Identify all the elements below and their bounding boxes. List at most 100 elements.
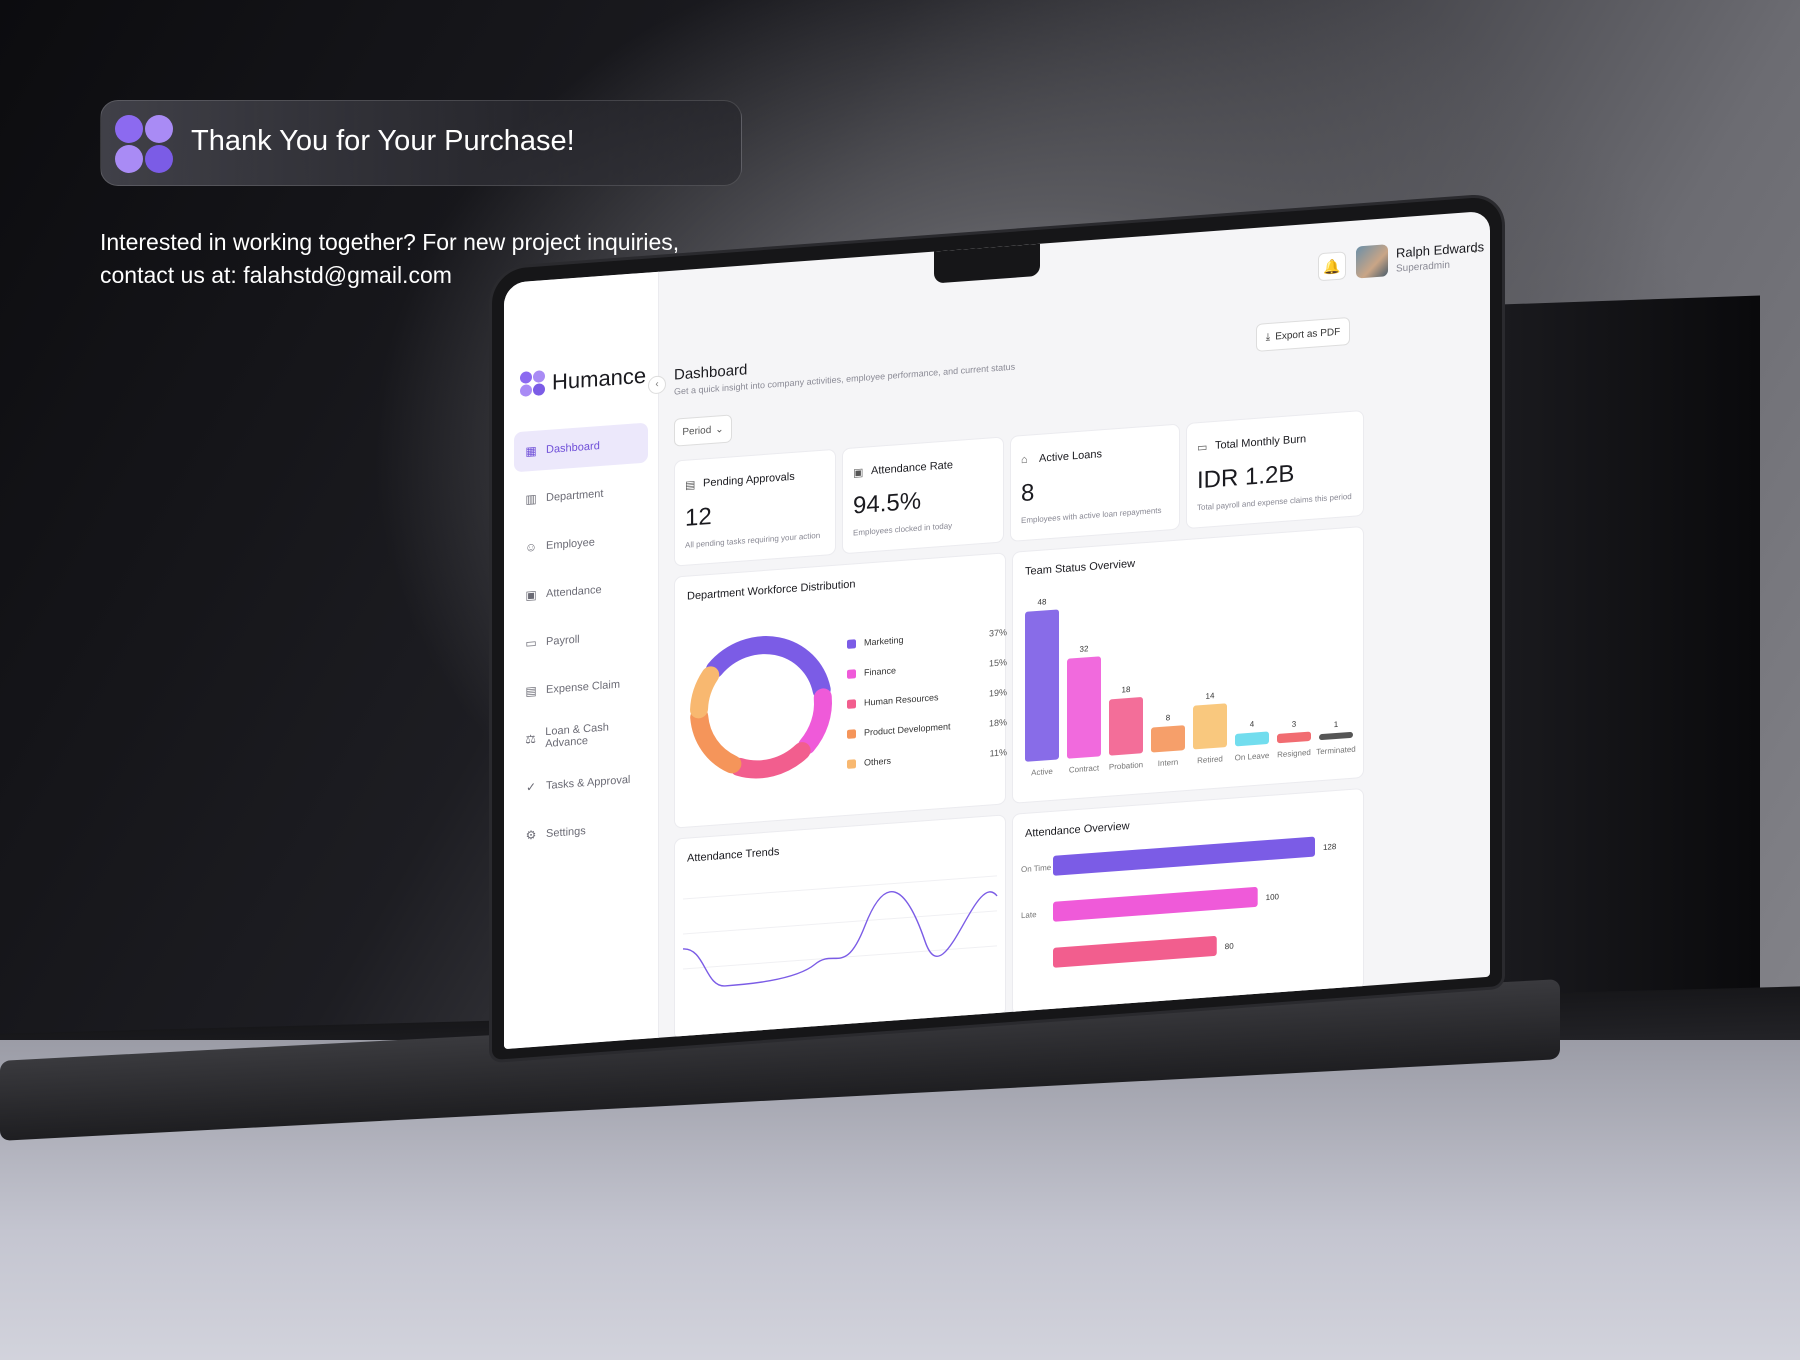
- bar-value-label: 32: [1080, 644, 1089, 654]
- bar-retired[interactable]: [1193, 703, 1227, 750]
- bar-category-label: Terminated: [1316, 745, 1356, 757]
- attendance-trends-card: Attendance Trends: [674, 814, 1006, 1041]
- sidebar-item-attendance[interactable]: ▣ Attendance: [514, 567, 648, 617]
- sidebar-item-department[interactable]: ▥ Department: [514, 471, 648, 521]
- donut-slice-finance[interactable]: [797, 688, 832, 755]
- workforce-legend: Marketing 37% Finance 15% Human Resources 19%…: [847, 617, 1007, 779]
- card-title: Attendance Trends: [687, 845, 780, 865]
- bar-value-label: 8: [1166, 713, 1171, 722]
- building-icon: ▥: [525, 491, 537, 507]
- sidebar-item-payroll[interactable]: ▭ Payroll: [514, 615, 648, 665]
- sidebar-item-expense-claim[interactable]: ▤ Expense Claim: [514, 663, 648, 713]
- stat-label: Active Loans: [1039, 448, 1102, 465]
- grid-line: [683, 875, 997, 900]
- contact-line-1: Interested in working together? For new …: [100, 229, 680, 255]
- bar-category-label: Resigned: [1277, 748, 1311, 759]
- card-title: Attendance Overview: [1025, 820, 1130, 840]
- hbar-late[interactable]: [1053, 886, 1258, 922]
- export-pdf-button[interactable]: ⤓ Export as PDF: [1256, 316, 1350, 352]
- gear-icon: ⚙: [525, 827, 537, 843]
- sidebar-item-label: Tasks & Approval: [546, 773, 631, 793]
- chevron-down-icon[interactable]: ⌄: [1470, 241, 1480, 256]
- sidebar-item-employee[interactable]: ☺ Employee: [514, 519, 648, 569]
- bar-value-label: 100: [1266, 892, 1280, 902]
- sidebar-item-label: Payroll: [546, 633, 580, 649]
- bar-value-label: 48: [1038, 597, 1047, 607]
- sidebar-item-label: Settings: [546, 825, 586, 841]
- legend-label: Product Development: [864, 721, 951, 738]
- bar-probation[interactable]: [1109, 697, 1143, 756]
- topbar: 🔔 Ralph Edwards Superadmin ⌄: [658, 211, 1490, 352]
- period-select[interactable]: Period ⌄: [674, 414, 732, 447]
- hbar-row-3[interactable]: [1053, 935, 1217, 968]
- money-icon: ▭: [525, 635, 537, 651]
- clover-logo-icon: [115, 115, 173, 173]
- legend-swatch: [847, 758, 856, 769]
- stat-card-attendance-rate: ▣ Attendance Rate 94.5% Employees clocke…: [842, 436, 1004, 555]
- receipt-icon: ▤: [525, 683, 537, 699]
- card-title: Department Workforce Distribution: [687, 578, 856, 603]
- credit-card-icon: ▭: [1197, 441, 1208, 455]
- attendance-overview-card: Attendance Overview On Time 128 Late 100 80: [1012, 787, 1364, 1016]
- donut-slice-human-resources[interactable]: [730, 742, 811, 779]
- sidebar-item-settings[interactable]: ⚙ Settings: [514, 807, 648, 857]
- donut-slice-product-development[interactable]: [690, 707, 742, 774]
- bar-contract[interactable]: [1067, 656, 1101, 759]
- bar-intern[interactable]: [1151, 725, 1185, 753]
- collapse-sidebar-button[interactable]: ‹: [648, 375, 666, 395]
- donut-slice-others[interactable]: [690, 666, 720, 719]
- legend-label: Human Resources: [864, 692, 939, 708]
- stat-card-total-monthly-burn: ▭ Total Monthly Burn IDR 1.2B Total payr…: [1186, 409, 1364, 530]
- export-label: Export as PDF: [1275, 326, 1341, 342]
- chevron-down-icon: ⌄: [715, 423, 724, 436]
- laptop-screen: Humance ‹ ▦ Dashboard ▥ Department ☺ Employee…: [504, 210, 1490, 1050]
- brand-name: Humance: [552, 362, 647, 395]
- stat-value: 94.5%: [853, 487, 922, 520]
- bank-icon: ⌂: [1021, 453, 1028, 467]
- legend-swatch: [847, 668, 856, 679]
- legend-percent: 37%: [988, 627, 1007, 639]
- bell-icon[interactable]: 🔔: [1318, 251, 1346, 282]
- bar-resigned[interactable]: [1277, 731, 1311, 744]
- brand[interactable]: Humance: [520, 363, 646, 398]
- bar-category-label: Retired: [1197, 754, 1223, 765]
- bar-on-leave[interactable]: [1235, 731, 1269, 747]
- legend-label: Marketing: [864, 634, 904, 648]
- sidebar-item-loan-cash-advance[interactable]: ⚖ Loan & Cash Advance: [514, 711, 648, 761]
- sidebar-item-dashboard[interactable]: ▦ Dashboard: [514, 422, 648, 473]
- period-label: Period: [682, 424, 712, 438]
- stat-label: Total Monthly Burn: [1215, 433, 1307, 452]
- wall-shadow: [1500, 295, 1760, 1085]
- banner-title: Thank You for Your Purchase!: [191, 125, 575, 157]
- grid-line: [683, 910, 997, 935]
- sidebar-item-tasks-approval[interactable]: ✓ Tasks & Approval: [514, 759, 648, 809]
- legend-percent: 18%: [988, 717, 1007, 729]
- bar-terminated[interactable]: [1319, 731, 1353, 741]
- user-role: Superadmin: [1396, 259, 1450, 275]
- legend-label: Others: [864, 755, 892, 768]
- workforce-donut-chart: [690, 636, 832, 779]
- attendance-trends-line-chart: [682, 875, 998, 987]
- bar-value-label: 4: [1250, 719, 1255, 728]
- stat-note: All pending tasks requiring your action: [685, 530, 821, 550]
- legend-percent: 11%: [989, 747, 1007, 759]
- sidebar-item-label: Expense Claim: [546, 678, 620, 697]
- bar-value-label: 18: [1122, 685, 1131, 695]
- bar-value-label: 3: [1292, 720, 1297, 729]
- avatar[interactable]: [1356, 244, 1388, 279]
- bar-category-label: Active: [1031, 767, 1053, 778]
- users-icon: ☺: [524, 539, 538, 555]
- bar-category-label: On Time: [1021, 863, 1052, 874]
- download-icon: ⤓: [1265, 331, 1271, 343]
- stat-note: Employees with active loan repayments: [1021, 505, 1162, 526]
- hbar-on-time[interactable]: [1053, 836, 1315, 876]
- donut-slice-marketing[interactable]: [705, 636, 831, 700]
- check-circle-icon: ✓: [525, 779, 537, 795]
- stat-note: Total payroll and expense claims this pe…: [1197, 491, 1352, 513]
- sidebar-item-label: Attendance: [546, 583, 602, 601]
- sidebar-item-label: Employee: [546, 536, 595, 553]
- purchase-banner: Thank You for Your Purchase!: [100, 100, 742, 186]
- bar-active[interactable]: [1025, 609, 1059, 762]
- stat-card-active-loans: ⌂ Active Loans 8 Employees with active l…: [1010, 423, 1180, 542]
- stat-note: Employees clocked in today: [853, 521, 953, 538]
